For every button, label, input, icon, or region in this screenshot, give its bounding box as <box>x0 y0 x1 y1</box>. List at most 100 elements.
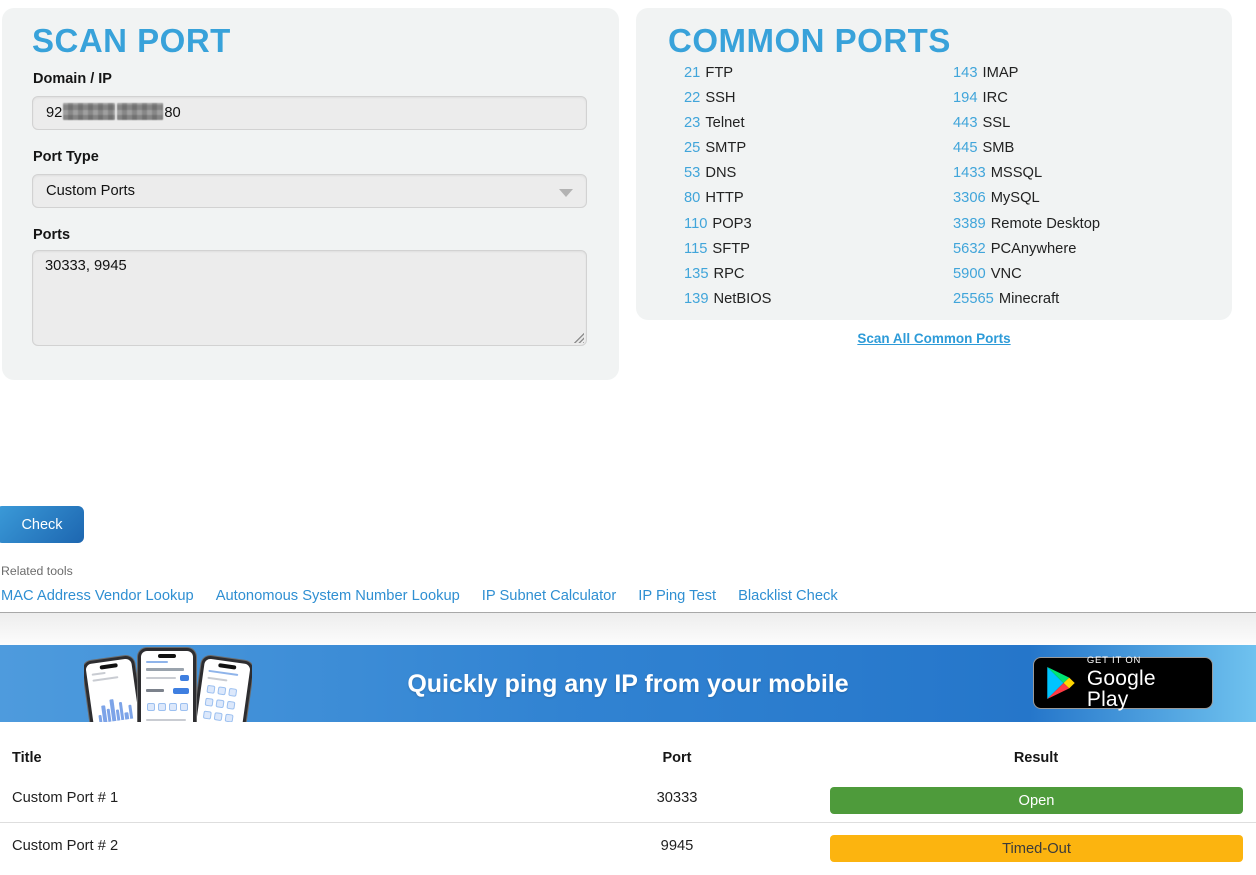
port-service-name: MySQL <box>991 190 1040 206</box>
list-item: 3389Remote Desktop <box>953 212 1100 237</box>
google-play-badge[interactable]: GET IT ON Google Play <box>1033 657 1213 709</box>
port-link[interactable]: 23 <box>684 115 700 131</box>
results-header-result: Result <box>936 750 1136 766</box>
domain-ip-input[interactable]: 92 80 <box>32 96 587 130</box>
result-row-title: Custom Port # 1 <box>12 790 118 806</box>
list-item: 25565 Minecraft <box>953 287 1100 312</box>
list-item: 194 IRC <box>953 86 1100 111</box>
results-header-port: Port <box>627 750 727 766</box>
list-item: 1433 MSSQL <box>953 161 1100 186</box>
common-ports-title: COMMON PORTS <box>668 22 951 60</box>
port-link[interactable]: 53 <box>684 165 700 181</box>
port-link[interactable]: 143 <box>953 65 978 81</box>
port-service-name: RPC <box>714 266 745 282</box>
port-link[interactable]: 115 <box>684 241 707 257</box>
ports-input[interactable]: 30333, 9945 <box>32 250 587 346</box>
check-button[interactable]: Check <box>0 506 84 543</box>
port-service-name: POP3 <box>712 216 751 232</box>
port-service-name: Minecraft <box>999 291 1059 307</box>
port-service-name: SSH <box>705 90 735 106</box>
scan-all-label[interactable]: Scan All Common Ports <box>857 331 1010 346</box>
list-item: 22 SSH <box>684 86 771 111</box>
related-link-blacklist-check[interactable]: Blacklist Check <box>738 588 838 604</box>
common-ports-column-1: 21 FTP 22 SSH 23 Telnet 25 SMTP 53 DNS 80 HTTP… <box>684 61 771 312</box>
port-link[interactable]: 21 <box>684 65 700 81</box>
port-service-name: IMAP <box>983 65 1019 81</box>
port-link[interactable]: 80 <box>684 190 700 206</box>
common-ports-column-2: 143 IMAP 194 IRC 443 SSL 445 SMB 1433 MSSQL 3… <box>953 61 1100 312</box>
port-link[interactable]: 3306 <box>953 190 986 206</box>
port-scanner-page: SCAN PORT Domain / IP 92 80 Port Type Cus… <box>0 0 1256 875</box>
port-service-name: SMB <box>983 140 1015 156</box>
redacted-ip-block <box>63 103 115 120</box>
port-link[interactable]: 194 <box>953 90 978 106</box>
port-service-name: PCAnywhere <box>991 241 1077 257</box>
port-service-name: Telnet <box>705 115 744 131</box>
list-item: 110 POP3 <box>684 212 771 237</box>
list-item: 445 SMB <box>953 136 1100 161</box>
section-divider <box>0 612 1256 645</box>
related-link-ip-ping-test[interactable]: IP Ping Test <box>638 588 716 604</box>
port-link[interactable]: 139 <box>684 291 709 307</box>
chevron-down-icon <box>559 189 573 197</box>
port-link[interactable]: 5900 <box>953 266 986 282</box>
domain-ip-value-suffix: 80 <box>164 105 180 121</box>
port-service-name: SSL <box>983 115 1011 131</box>
port-link[interactable]: 22 <box>684 90 700 106</box>
domain-ip-label: Domain / IP <box>33 71 112 87</box>
results-header-title: Title <box>12 750 42 766</box>
result-row-port: 9945 <box>627 838 727 854</box>
list-item: 5900VNC <box>953 262 1100 287</box>
port-link[interactable]: 3389 <box>953 216 986 232</box>
list-item: 21 FTP <box>684 61 771 86</box>
domain-ip-value-prefix: 92 <box>46 105 62 121</box>
result-row-port: 30333 <box>627 790 727 806</box>
port-service-name: DNS <box>705 165 736 181</box>
port-link[interactable]: 445 <box>953 140 978 156</box>
port-service-name: HTTP <box>705 190 743 206</box>
badge-get-it-on: GET IT ON <box>1087 656 1199 666</box>
port-service-name: SFTP <box>712 241 750 257</box>
related-tools-links: MAC Address Vendor Lookup Autonomous Sys… <box>1 588 838 604</box>
port-service-name: MSSQL <box>991 165 1042 181</box>
list-item: 143 IMAP <box>953 61 1100 86</box>
badge-google-play: Google Play <box>1087 668 1199 710</box>
port-service-name: SMTP <box>705 140 746 156</box>
status-badge-open: Open <box>830 787 1243 814</box>
port-type-selected-value: Custom Ports <box>46 183 135 199</box>
port-service-name: IRC <box>983 90 1008 106</box>
port-type-select[interactable]: Custom Ports <box>32 174 587 208</box>
result-row-title: Custom Port # 2 <box>12 838 118 854</box>
list-item: 80 HTTP <box>684 186 771 211</box>
port-service-name: FTP <box>705 65 733 81</box>
port-link[interactable]: 110 <box>684 216 707 232</box>
ports-label: Ports <box>33 227 70 243</box>
related-link-ip-subnet-calculator[interactable]: IP Subnet Calculator <box>482 588 616 604</box>
google-play-icon <box>1047 667 1076 699</box>
port-link[interactable]: 1433 <box>953 165 986 181</box>
row-divider <box>0 822 1256 823</box>
port-link[interactable]: 25 <box>684 140 700 156</box>
port-link[interactable]: 135 <box>684 266 709 282</box>
list-item: 3306 MySQL <box>953 186 1100 211</box>
port-link[interactable]: 25565 <box>953 291 994 307</box>
phone-mockup-center <box>138 648 196 722</box>
port-link[interactable]: 443 <box>953 115 978 131</box>
related-tools-label: Related tools <box>1 564 73 578</box>
related-link-asn-lookup[interactable]: Autonomous System Number Lookup <box>216 588 460 604</box>
scan-all-common-ports-link[interactable]: Scan All Common Ports <box>636 331 1232 346</box>
list-item: 443 SSL <box>953 111 1100 136</box>
list-item: 115 SFTP <box>684 237 771 262</box>
list-item: 25 SMTP <box>684 136 771 161</box>
port-type-label: Port Type <box>33 149 99 165</box>
list-item: 23 Telnet <box>684 111 771 136</box>
list-item: 139 NetBIOS <box>684 287 771 312</box>
related-link-mac-address-vendor-lookup[interactable]: MAC Address Vendor Lookup <box>1 588 194 604</box>
port-link[interactable]: 5632 <box>953 241 986 257</box>
list-item: 135 RPC <box>684 262 771 287</box>
google-play-badge-text: GET IT ON Google Play <box>1087 656 1199 711</box>
port-service-name: NetBIOS <box>714 291 772 307</box>
list-item: 5632 PCAnywhere <box>953 237 1100 262</box>
scan-port-title: SCAN PORT <box>32 22 231 60</box>
status-badge-timed-out: Timed-Out <box>830 835 1243 862</box>
